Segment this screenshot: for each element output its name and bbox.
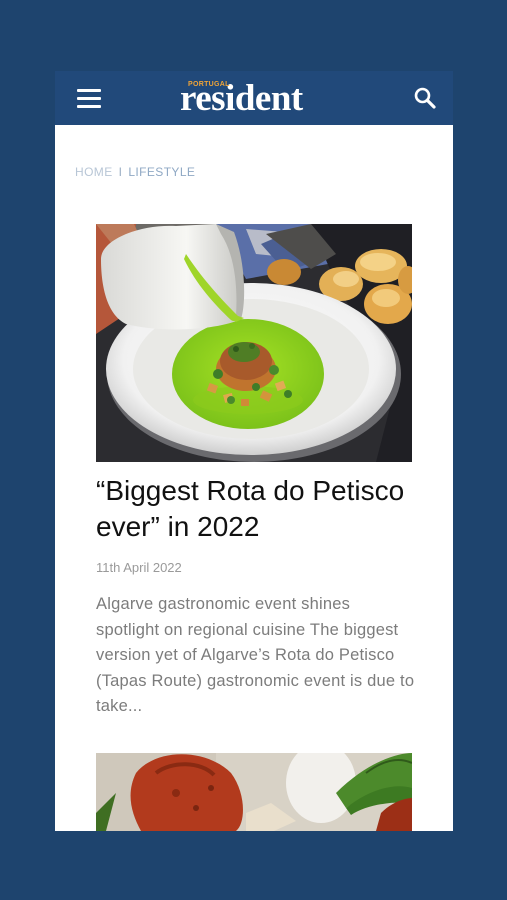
hamburger-menu-icon[interactable]: [77, 88, 101, 108]
article-date: 11th April 2022: [96, 560, 182, 575]
app-screen: resident PORTUGAL HOME I LIFESTYLE “Bigg…: [55, 71, 453, 831]
site-logo[interactable]: resident PORTUGAL: [180, 77, 330, 121]
article-title[interactable]: “Biggest Rota do Petisco ever” in 2022: [96, 473, 426, 545]
breadcrumb: HOME I LIFESTYLE: [75, 165, 195, 179]
breadcrumb-home-link[interactable]: HOME: [75, 165, 113, 179]
breadcrumb-lifestyle-link[interactable]: LIFESTYLE: [128, 165, 195, 179]
breadcrumb-separator: I: [118, 165, 123, 179]
logo-country-label: PORTUGAL: [188, 81, 230, 88]
next-article-image[interactable]: [96, 753, 412, 831]
top-navigation-bar: resident PORTUGAL: [55, 71, 453, 125]
search-icon[interactable]: [413, 86, 437, 110]
article-hero-image[interactable]: [96, 224, 412, 462]
article-excerpt: Algarve gastronomic event shines spotlig…: [96, 595, 415, 715]
